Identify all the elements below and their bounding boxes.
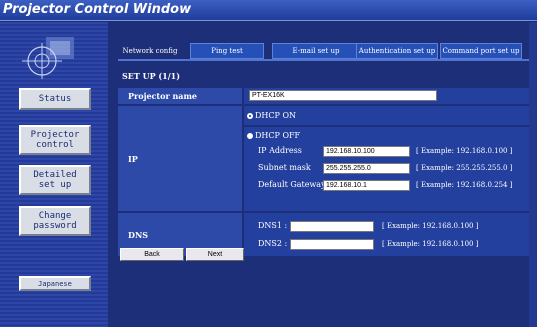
right-edge-strip [529, 22, 537, 327]
dns2-label: DNS2 : [258, 239, 288, 248]
dns1-input[interactable] [290, 221, 374, 232]
projector-name-cell: PT-EX16K [244, 88, 529, 104]
tab-network-config[interactable]: Network config [118, 43, 182, 59]
tab-email-setup[interactable]: E-mail set up [272, 43, 360, 59]
back-button[interactable]: Back [120, 248, 184, 261]
ip-address-example: [ Example: 192.168.0.100 ] [416, 147, 513, 155]
projector-logo-icon [22, 37, 74, 79]
setup-title: SET UP (1/1) [122, 71, 181, 81]
dns-cell: DNS1 : [ Example: 192.168.0.100 ] DNS2 :… [244, 213, 529, 256]
dns1-example: [ Example: 192.168.0.100 ] [382, 222, 479, 230]
tab-divider [118, 59, 529, 61]
tab-command-port-setup[interactable]: Command port set up [440, 43, 522, 59]
window-title: Projector Control Window [3, 2, 192, 17]
default-gateway-input[interactable]: 192.168.10.1 [323, 180, 410, 191]
subnet-mask-input[interactable]: 255.255.255.0 [323, 163, 410, 174]
dhcp-off-label: DHCP OFF [255, 131, 301, 140]
dhcp-off-radio[interactable] [247, 133, 253, 139]
projector-name-row: Projector name PT-EX16K [118, 88, 529, 104]
dns2-input[interactable] [290, 239, 374, 250]
projector-name-input[interactable]: PT-EX16K [249, 90, 437, 101]
ip-address-label: IP Address [258, 146, 302, 155]
dhcp-separator [244, 125, 529, 127]
subnet-mask-example: [ Example: 255.255.255.0 ] [416, 164, 513, 172]
dhcp-on-radio[interactable] [247, 113, 253, 119]
ip-cell: DHCP ON DHCP OFF IP Address 192.168.10.1… [244, 106, 529, 211]
japanese-button[interactable]: Japanese [19, 276, 91, 291]
tab-authentication-setup[interactable]: Authentication set up [356, 43, 438, 59]
projector-control-button[interactable]: Projector control [19, 125, 91, 155]
title-bar: Projector Control Window [0, 0, 537, 21]
ip-label: IP [118, 106, 242, 211]
ip-address-input[interactable]: 192.168.10.100 [323, 146, 410, 157]
status-button[interactable]: Status [19, 88, 91, 110]
dhcp-on-label: DHCP ON [255, 111, 296, 120]
default-gateway-label: Default Gateway [258, 180, 326, 189]
default-gateway-example: [ Example: 192.168.0.254 ] [416, 181, 513, 189]
dns2-example: [ Example: 192.168.0.100 ] [382, 240, 479, 248]
detailed-setup-button[interactable]: Detailed set up [19, 165, 91, 195]
projector-name-label: Projector name [118, 88, 242, 104]
main-panel: Network config Ping test E-mail set up A… [108, 22, 537, 327]
ip-row: IP DHCP ON DHCP OFF IP Address 192.168.1… [118, 106, 529, 211]
tab-ping-test[interactable]: Ping test [190, 43, 264, 59]
change-password-button[interactable]: Change password [19, 206, 91, 236]
dns1-label: DNS1 : [258, 221, 288, 230]
next-button[interactable]: Next [186, 248, 244, 261]
subnet-mask-label: Subnet mask [258, 163, 311, 172]
